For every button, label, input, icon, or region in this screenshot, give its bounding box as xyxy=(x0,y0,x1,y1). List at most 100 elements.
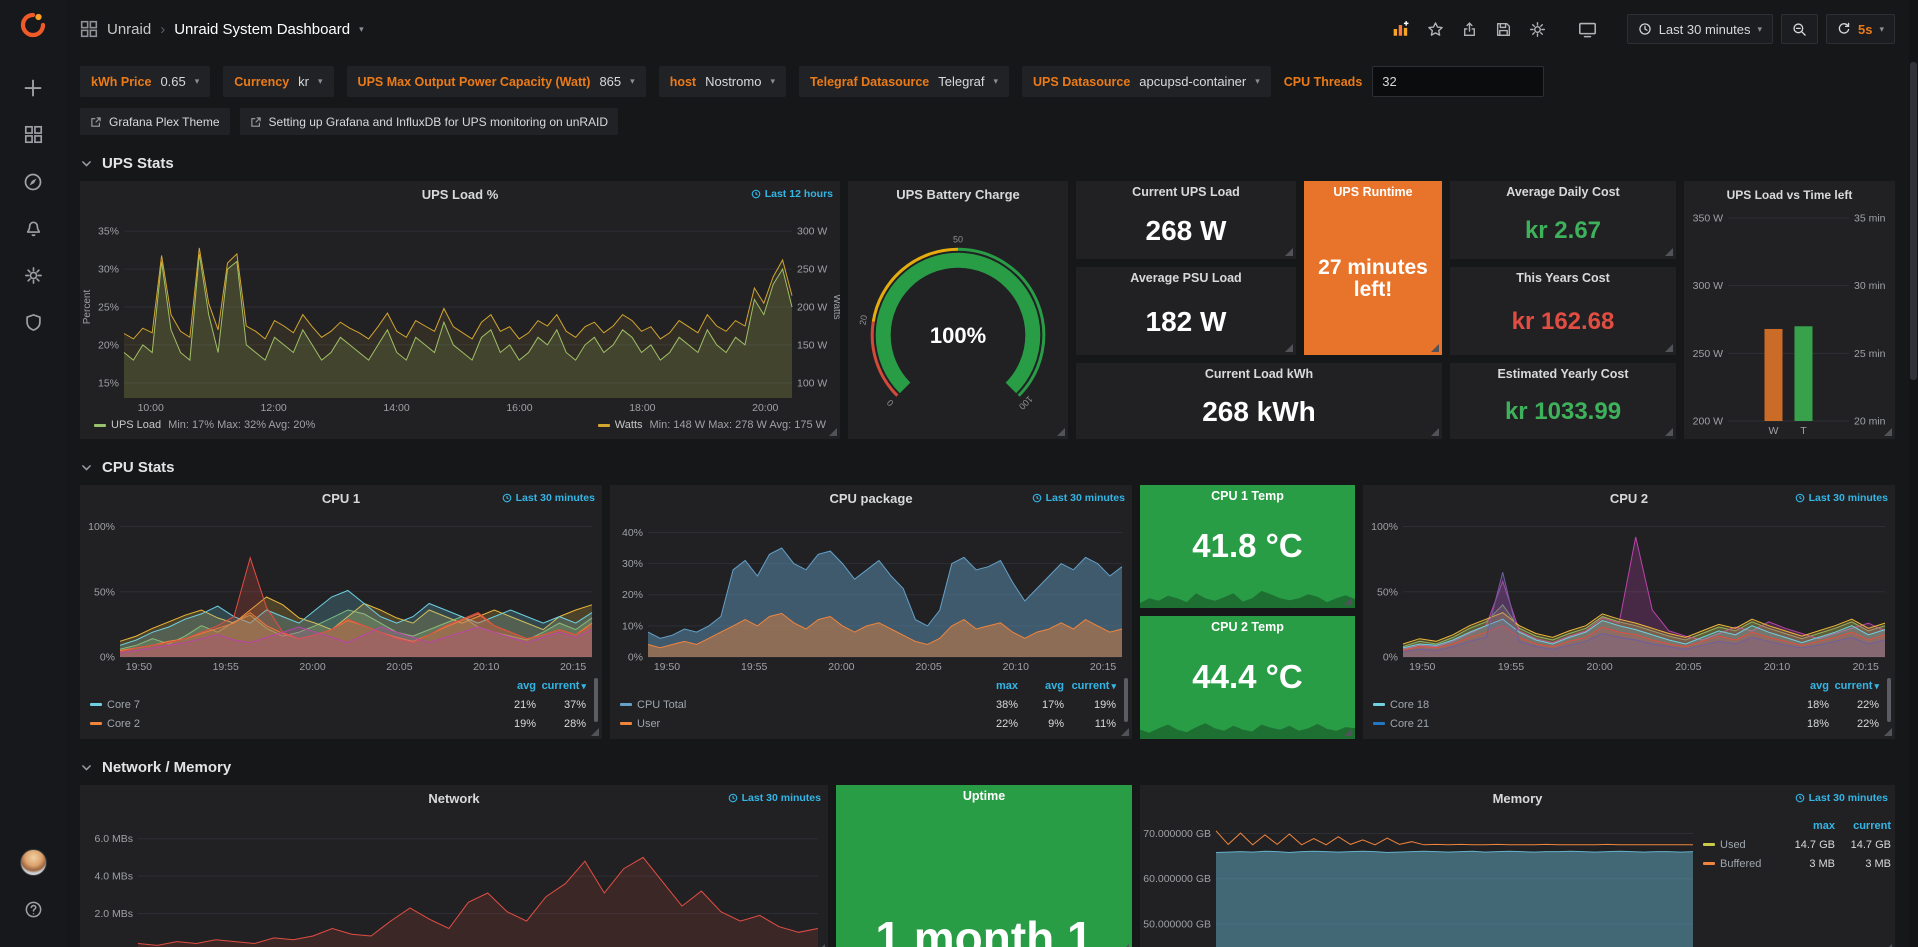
legend-series-name[interactable]: Core 2 xyxy=(90,718,486,730)
panel-title[interactable]: Current UPS Load xyxy=(1132,185,1240,199)
legend-swatch[interactable] xyxy=(1703,862,1715,865)
legend-series-name[interactable]: CPU Total xyxy=(620,699,972,711)
help-icon[interactable] xyxy=(12,886,54,933)
legend-row[interactable]: Core 2 19% 28% xyxy=(90,714,586,733)
legend-swatch[interactable] xyxy=(1373,722,1385,725)
legend-row[interactable]: Buffered 3 MB 3 MB xyxy=(1703,854,1891,873)
legend-scrollbar[interactable] xyxy=(1124,678,1128,722)
dashboard-link-ups-guide[interactable]: Setting up Grafana and InfluxDB for UPS … xyxy=(240,108,619,135)
variable-value[interactable]: 865 xyxy=(599,74,621,89)
zoom-out-button[interactable] xyxy=(1781,14,1818,44)
legend-swatch[interactable] xyxy=(94,424,106,427)
save-dashboard-button[interactable] xyxy=(1488,16,1519,43)
chevron-down-icon[interactable]: ▾ xyxy=(359,25,364,34)
section-cpu-stats[interactable]: CPU Stats xyxy=(80,449,1895,485)
cpu1-graph[interactable]: 100%50%0%19:5019:5520:0020:0520:1020:15 xyxy=(80,512,602,675)
legend-series-name[interactable]: Core 7 xyxy=(90,699,486,711)
ups-load-time-bars[interactable]: 350 W35 min300 W30 min250 W25 min200 W20… xyxy=(1684,208,1895,439)
legend-col-max[interactable]: max xyxy=(1779,820,1835,832)
panel-title[interactable]: CPU 1 xyxy=(322,491,360,506)
legend-item[interactable]: WattsMin: 148 W Max: 278 W Avg: 175 W xyxy=(598,419,826,431)
section-ups-stats[interactable]: UPS Stats xyxy=(80,145,1895,181)
panel-title[interactable]: Estimated Yearly Cost xyxy=(1497,367,1628,381)
legend-col-current[interactable]: current▾ xyxy=(1829,680,1879,692)
cpu-threads-input[interactable] xyxy=(1372,66,1544,97)
panel-title[interactable]: Average Daily Cost xyxy=(1506,185,1619,199)
network-graph[interactable]: 6.0 MBs4.0 MBs2.0 MBs xyxy=(80,812,828,947)
legend-swatch[interactable] xyxy=(620,703,632,706)
panel-title[interactable]: CPU 2 Temp xyxy=(1211,620,1284,634)
dashboards-icon[interactable] xyxy=(12,111,54,158)
legend-col-max[interactable]: max xyxy=(972,680,1018,692)
variable-ups-max-output[interactable]: UPS Max Output Power Capacity (Watt) 865… xyxy=(347,66,646,97)
panel-title[interactable]: Average PSU Load xyxy=(1130,271,1241,285)
panel-title[interactable]: This Years Cost xyxy=(1516,271,1610,285)
share-dashboard-button[interactable] xyxy=(1454,16,1485,43)
add-panel-button[interactable] xyxy=(1385,15,1417,43)
legend-item[interactable]: UPS LoadMin: 17% Max: 32% Avg: 20% xyxy=(94,419,315,431)
time-picker[interactable]: Last 30 minutes ▾ xyxy=(1627,14,1773,44)
legend-col-current[interactable]: current▾ xyxy=(536,680,586,692)
ups-load-graph[interactable]: 35%300 W30%250 W25%200 W20%150 W15%100 W… xyxy=(80,208,840,416)
panel-title[interactable]: CPU 1 Temp xyxy=(1211,489,1284,503)
legend-swatch[interactable] xyxy=(90,722,102,725)
panel-title[interactable]: CPU package xyxy=(829,491,912,506)
panel-title[interactable]: UPS Runtime xyxy=(1333,185,1412,199)
variable-value[interactable]: kr xyxy=(298,74,309,89)
panel-title[interactable]: Uptime xyxy=(963,789,1005,803)
legend-row[interactable]: CPU Total 38% 17% 19% xyxy=(620,695,1116,714)
legend-row[interactable]: User 22% 9% 11% xyxy=(620,714,1116,733)
legend-swatch[interactable] xyxy=(598,424,610,427)
cpu2-graph[interactable]: 100%50%0%19:5019:5520:0020:0520:1020:15 xyxy=(1363,512,1895,675)
panel-title[interactable]: Network xyxy=(428,791,479,806)
variable-kwh-price[interactable]: kWh Price 0.65 ▾ xyxy=(80,66,210,97)
server-admin-shield-icon[interactable] xyxy=(12,299,54,346)
explore-icon[interactable] xyxy=(12,158,54,205)
legend-col-current[interactable]: current▾ xyxy=(1064,680,1116,692)
variable-value[interactable]: 0.65 xyxy=(160,74,185,89)
alerting-bell-icon[interactable] xyxy=(12,205,54,252)
legend-series-name[interactable]: User xyxy=(620,718,972,730)
refresh-interval-label[interactable]: 5s xyxy=(1858,22,1872,37)
variable-ups-datasource[interactable]: UPS Datasource apcupsd-container ▾ xyxy=(1022,66,1271,97)
legend-row[interactable]: Core 18 18% 22% xyxy=(1373,695,1879,714)
tv-mode-button[interactable] xyxy=(1571,15,1604,44)
legend-series-name[interactable]: UPS Load xyxy=(111,419,161,431)
legend-col-current[interactable]: current xyxy=(1835,820,1891,832)
battery-gauge[interactable]: 02050100100% xyxy=(848,208,1068,439)
chevron-down-icon[interactable]: ▾ xyxy=(1879,25,1884,34)
breadcrumb-dashboard-title[interactable]: Unraid System Dashboard xyxy=(174,21,350,38)
legend-scrollbar[interactable] xyxy=(594,678,598,722)
legend-swatch[interactable] xyxy=(90,703,102,706)
legend-series-name[interactable]: Watts xyxy=(615,419,643,431)
legend-series-name[interactable]: Used xyxy=(1703,839,1779,851)
legend-swatch[interactable] xyxy=(1703,843,1715,846)
legend-row[interactable]: Used 14.7 GB 14.7 GB xyxy=(1703,835,1891,854)
page-scrollbar[interactable] xyxy=(1909,0,1918,947)
refresh-button[interactable]: 5s ▾ xyxy=(1826,14,1895,44)
user-avatar[interactable] xyxy=(20,849,47,876)
variable-value[interactable]: Telegraf xyxy=(938,74,984,89)
dashboard-settings-button[interactable] xyxy=(1522,16,1553,43)
memory-graph[interactable]: 70.000000 GB60.000000 GB50.000000 GB xyxy=(1140,812,1703,947)
panel-title[interactable]: UPS Load % xyxy=(422,187,499,202)
star-dashboard-button[interactable] xyxy=(1420,16,1451,43)
panel-title[interactable]: CPU 2 xyxy=(1610,491,1648,506)
panel-title[interactable]: Memory xyxy=(1493,791,1543,806)
panel-title[interactable]: UPS Load vs Time left xyxy=(1727,188,1853,202)
grafana-logo[interactable] xyxy=(18,10,48,40)
configuration-gear-icon[interactable] xyxy=(12,252,54,299)
legend-series-name[interactable]: Buffered xyxy=(1703,858,1779,870)
legend-row[interactable]: Core 7 21% 37% xyxy=(90,695,586,714)
legend-col-avg[interactable]: avg xyxy=(1779,680,1829,692)
legend-swatch[interactable] xyxy=(620,722,632,725)
legend-series-name[interactable]: Core 21 xyxy=(1373,718,1779,730)
legend-col-avg[interactable]: avg xyxy=(486,680,536,692)
page-scrollbar-thumb[interactable] xyxy=(1910,62,1917,380)
variable-host[interactable]: host Nostromo ▾ xyxy=(659,66,786,97)
legend-series-name[interactable]: Core 18 xyxy=(1373,699,1779,711)
variable-value[interactable]: Nostromo xyxy=(705,74,761,89)
dashboard-link-plex-theme[interactable]: Grafana Plex Theme xyxy=(80,108,230,135)
variable-value[interactable]: apcupsd-container xyxy=(1139,74,1246,89)
cpu-package-graph[interactable]: 40%30%20%10%0%19:5019:5520:0020:0520:102… xyxy=(610,512,1132,675)
